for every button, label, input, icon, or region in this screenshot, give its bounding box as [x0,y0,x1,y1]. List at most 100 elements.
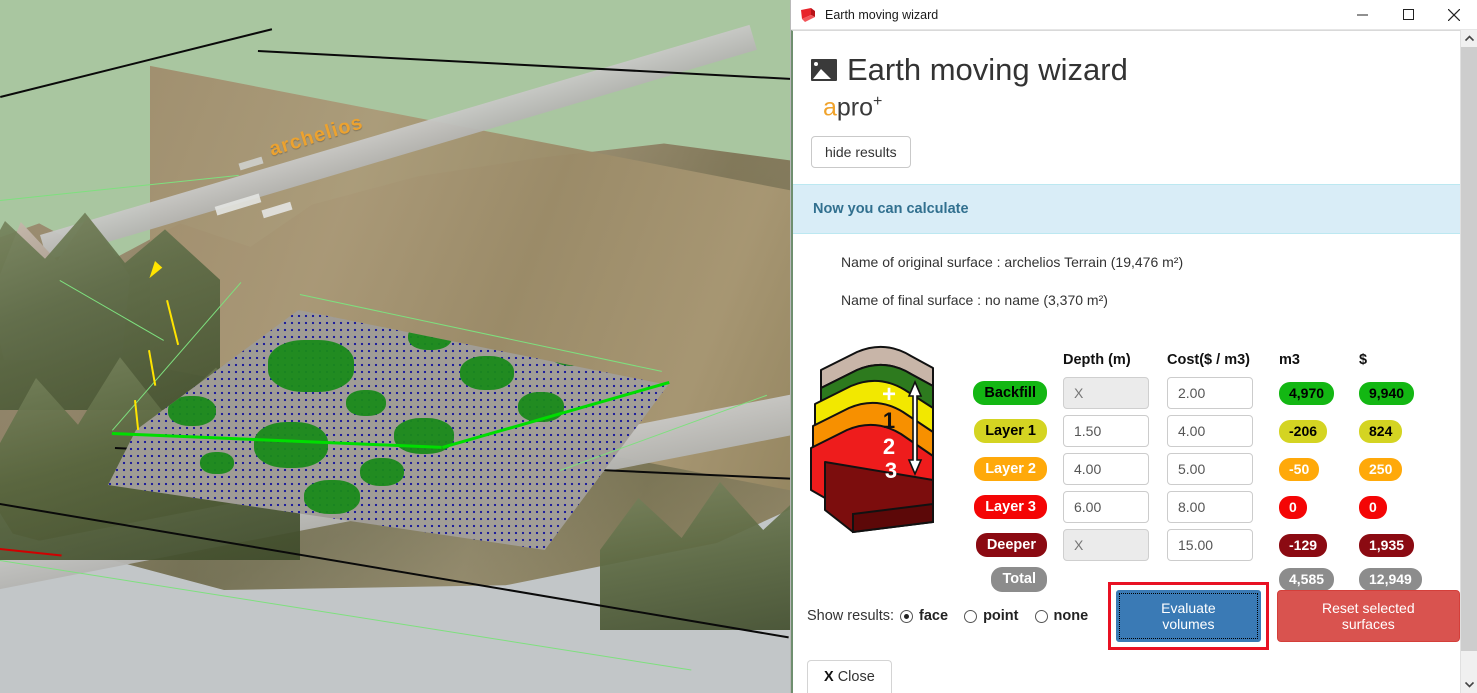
volume-badge: -206 [1279,419,1328,444]
layer-label-badge: Layer 3 [974,495,1047,520]
svg-text:3: 3 [885,458,897,483]
dialog-title: Earth moving wizard [825,7,939,22]
table-row: Backfill 4,970 9,940 [967,374,1430,412]
close-button[interactable]: X Close [807,660,892,693]
cost-input[interactable] [1167,415,1253,448]
show-results-option-point[interactable]: point [964,608,1019,624]
cost-badge: 9,940 [1359,381,1415,406]
maximize-button[interactable] [1385,0,1431,30]
cost-badge: 824 [1359,419,1403,444]
brand-logo: apro+ [823,93,1460,122]
depth-input[interactable] [1063,491,1149,524]
cost-badge: 1,935 [1359,533,1415,558]
radio-button[interactable] [964,609,978,623]
brand-plus: + [873,93,883,111]
brand-letter-rest: pro [836,93,874,122]
scrollbar-track[interactable] [1461,47,1477,676]
svg-text:1: 1 [883,408,895,433]
brand-letter-a: a [823,93,837,122]
depth-input[interactable] [1063,415,1149,448]
show-results-label: Show results: [807,608,895,624]
cost-input[interactable] [1167,377,1253,410]
volume-cell: 0 [1265,488,1347,526]
page-title-row: Earth moving wizard [793,31,1460,87]
sketchup-icon [799,6,817,24]
th-cost: Cost($ / m3) [1167,352,1250,369]
depth-cell [1063,526,1167,564]
image-icon [811,59,837,82]
evaluate-volumes-button[interactable]: Evaluate volumes [1116,590,1261,642]
depth-input[interactable] [1063,453,1149,486]
dialog-scrollbar[interactable] [1460,30,1477,693]
earth-moving-wizard-dialog: Earth moving wizard Earth moving wizard [790,0,1477,693]
cost-input[interactable] [1167,491,1253,524]
cost-cell [1167,412,1265,450]
layer-label-badge: Layer 2 [974,457,1047,482]
radio-label: point [983,608,1019,624]
table-row: Layer 2 -50 250 [967,450,1430,488]
radio-label: none [1053,608,1089,624]
page-title: Earth moving wizard [847,52,1128,87]
volume-badge: 4,970 [1279,381,1335,406]
cost-input[interactable] [1167,529,1253,562]
minimize-button[interactable] [1339,0,1385,30]
th-depth: Depth (m) [1063,352,1131,369]
reset-selected-surfaces-button[interactable]: Reset selected surfaces [1276,590,1460,642]
close-window-button[interactable] [1431,0,1477,30]
row-label-cell: Layer 3 [967,488,1063,526]
svg-text:2: 2 [883,434,895,459]
dialog-footer: Show results: face point none Evaluate vol… [793,582,1460,693]
table-row: Deeper -129 1,935 [967,526,1430,564]
show-results-option-face[interactable]: face [900,608,948,624]
row-label-cell: Layer 2 [967,450,1063,488]
radio-button[interactable] [900,609,914,623]
row-label-cell: Backfill [967,374,1063,412]
volumes-table: Depth (m) Cost($ / m3) m3 $ Backfill 4,97… [967,330,1430,594]
sketchup-3d-viewport[interactable]: archelios [0,0,790,693]
layer-label-badge: Layer 1 [974,419,1047,444]
radio-label: face [919,608,949,624]
final-surface-label: Name of final surface : no name (3,370 m… [841,292,1108,309]
layers-table: Depth (m) Cost($ / m3) m3 $ Backfill 4,97… [967,330,1460,594]
show-results-row: Show results: face point none Evaluate vol… [807,582,1460,656]
svg-text:+: + [882,381,896,408]
cost-total-cell: 9,940 [1347,374,1430,412]
volume-cell: -129 [1265,526,1347,564]
table-header-row: Depth (m) Cost($ / m3) m3 $ [967,330,1430,374]
cost-total-cell: 250 [1347,450,1430,488]
cost-cell [1167,374,1265,412]
th-dollar: $ [1359,352,1368,369]
scrollbar-thumb[interactable] [1461,47,1477,651]
scroll-down-icon[interactable] [1461,676,1477,693]
cost-cell [1167,450,1265,488]
volume-cell: -50 [1265,450,1347,488]
cost-total-cell: 1,935 [1347,526,1430,564]
depth-input [1063,377,1149,410]
depth-cell [1063,374,1167,412]
row-label-cell: Layer 1 [967,412,1063,450]
volume-cell: -206 [1265,412,1347,450]
layer-label-badge: Backfill [973,381,1047,406]
scroll-up-icon[interactable] [1461,30,1477,47]
dialog-content: Earth moving wizard apro+ hide results N… [791,30,1460,693]
depth-cell [1063,412,1167,450]
volume-cell: 4,970 [1265,374,1347,412]
volume-badge: 0 [1279,495,1307,520]
layer-stack-diagram: + 1 2 3 [807,330,967,594]
cost-cell [1167,526,1265,564]
cost-badge: 0 [1359,495,1387,520]
cost-cell [1167,488,1265,526]
hide-results-button[interactable]: hide results [811,136,911,169]
radio-button[interactable] [1034,609,1048,623]
calculation-area: + 1 2 3 Depth (m) Cost($ / m3) m3 $ Back… [807,330,1460,594]
depth-input [1063,529,1149,562]
table-row: Layer 3 0 0 [967,488,1430,526]
show-results-option-none[interactable]: none [1034,608,1089,624]
row-label-cell: Deeper [967,526,1063,564]
cost-total-cell: 0 [1347,488,1430,526]
volume-badge: -129 [1279,533,1328,558]
dialog-titlebar[interactable]: Earth moving wizard [791,0,1477,30]
evaluate-highlight-box: Evaluate volumes [1108,582,1269,650]
depth-cell [1063,450,1167,488]
cost-input[interactable] [1167,453,1253,486]
